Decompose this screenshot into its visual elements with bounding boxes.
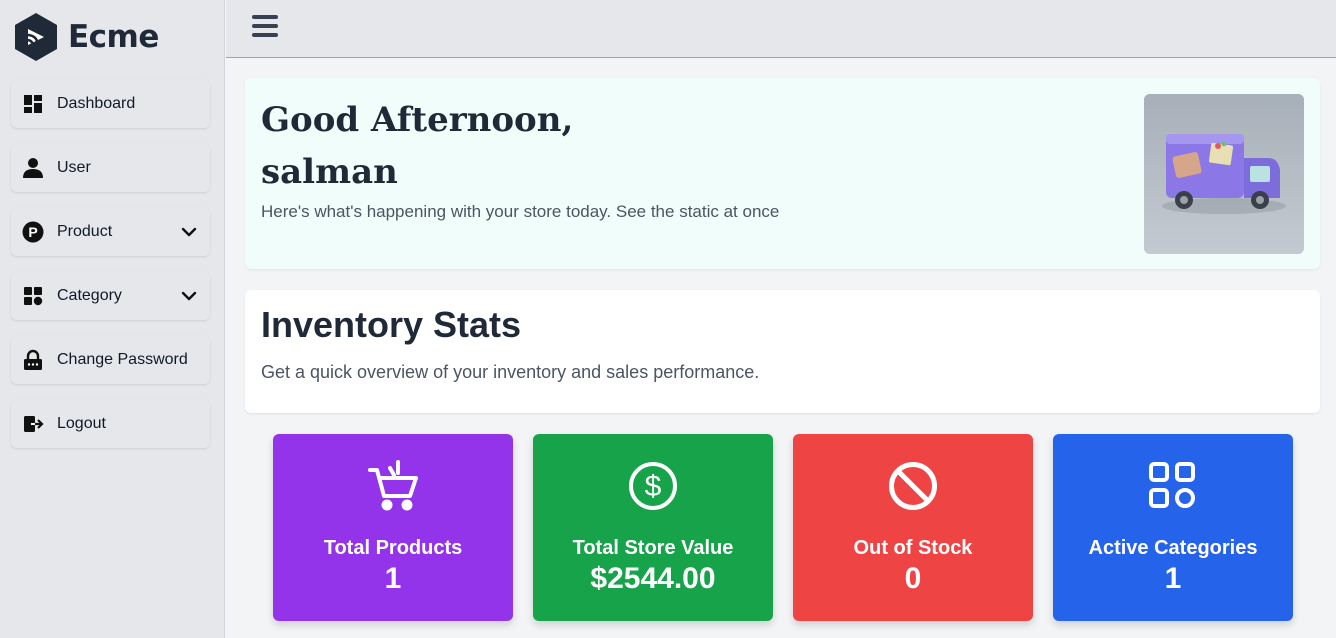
ban-icon	[888, 460, 938, 512]
svg-text:P: P	[28, 224, 37, 240]
inventory-subtitle: Get a quick overview of your inventory a…	[261, 362, 760, 382]
logo[interactable]: Ecme	[12, 12, 159, 62]
stat-value: $2544.00	[590, 562, 716, 595]
welcome-subtitle: Here's what's happening with your store …	[261, 202, 780, 221]
greeting-heading: Good Afternoon, salman	[261, 94, 573, 198]
sidebar-nav: Dashboard User P Product Category Change…	[11, 80, 210, 464]
chevron-down-icon[interactable]	[180, 287, 198, 305]
svg-text:$: $	[645, 470, 662, 503]
dashboard-icon	[22, 93, 44, 115]
stat-label: Active Categories	[1088, 537, 1258, 559]
stat-card-total-products[interactable]: Total Products 1	[273, 434, 513, 621]
stat-card-out-of-stock[interactable]: Out of Stock 0	[793, 434, 1033, 621]
chevron-down-icon[interactable]	[180, 223, 198, 241]
delivery-truck-image	[1144, 94, 1304, 254]
username-text: salman	[261, 152, 398, 192]
stat-label: Out of Stock	[853, 537, 973, 559]
sidebar-item-category[interactable]: Category	[11, 272, 210, 320]
stat-value: 1	[384, 562, 402, 595]
app-name: Ecme	[68, 19, 159, 55]
inventory-title: Inventory Stats	[261, 304, 522, 345]
category-icon	[22, 285, 44, 307]
hamburger-icon[interactable]	[252, 15, 278, 39]
logout-icon	[22, 413, 44, 435]
greeting-text: Good Afternoon,	[261, 100, 574, 140]
stat-label: Total Products	[323, 537, 463, 559]
sidebar-item-label: Dashboard	[57, 95, 136, 112]
sidebar-item-label: Category	[57, 287, 122, 304]
logo-icon	[15, 13, 57, 61]
stat-value: 0	[904, 562, 922, 595]
sidebar-item-user[interactable]: User	[11, 144, 210, 192]
apps-icon	[1148, 460, 1198, 512]
stat-card-total-store-value[interactable]: $ Total Store Value $2544.00	[533, 434, 773, 621]
sidebar: Ecme Dashboard User P Product Category C…	[0, 0, 225, 638]
stat-value: 1	[1164, 562, 1182, 595]
stat-card-active-categories[interactable]: Active Categories 1	[1053, 434, 1293, 621]
topbar	[226, 0, 1336, 58]
sidebar-item-dashboard[interactable]: Dashboard	[11, 80, 210, 128]
sidebar-item-label: User	[57, 159, 91, 176]
stat-label: Total Store Value	[572, 537, 734, 559]
dollar-icon: $	[628, 460, 678, 512]
inventory-stats-card: Inventory Stats Get a quick overview of …	[245, 290, 1320, 413]
user-icon	[22, 157, 44, 179]
sidebar-item-product[interactable]: P Product	[11, 208, 210, 256]
lock-icon	[22, 349, 44, 371]
sidebar-item-label: Logout	[57, 415, 106, 432]
product-p-icon: P	[22, 221, 44, 243]
sidebar-item-change-password[interactable]: Change Password	[11, 336, 210, 384]
sidebar-item-logout[interactable]: Logout	[11, 400, 210, 448]
cart-icon	[368, 460, 418, 512]
sidebar-item-label: Product	[57, 223, 113, 240]
welcome-card: Good Afternoon, salman Here's what's hap…	[245, 78, 1320, 269]
sidebar-item-label: Change Password	[57, 351, 188, 368]
